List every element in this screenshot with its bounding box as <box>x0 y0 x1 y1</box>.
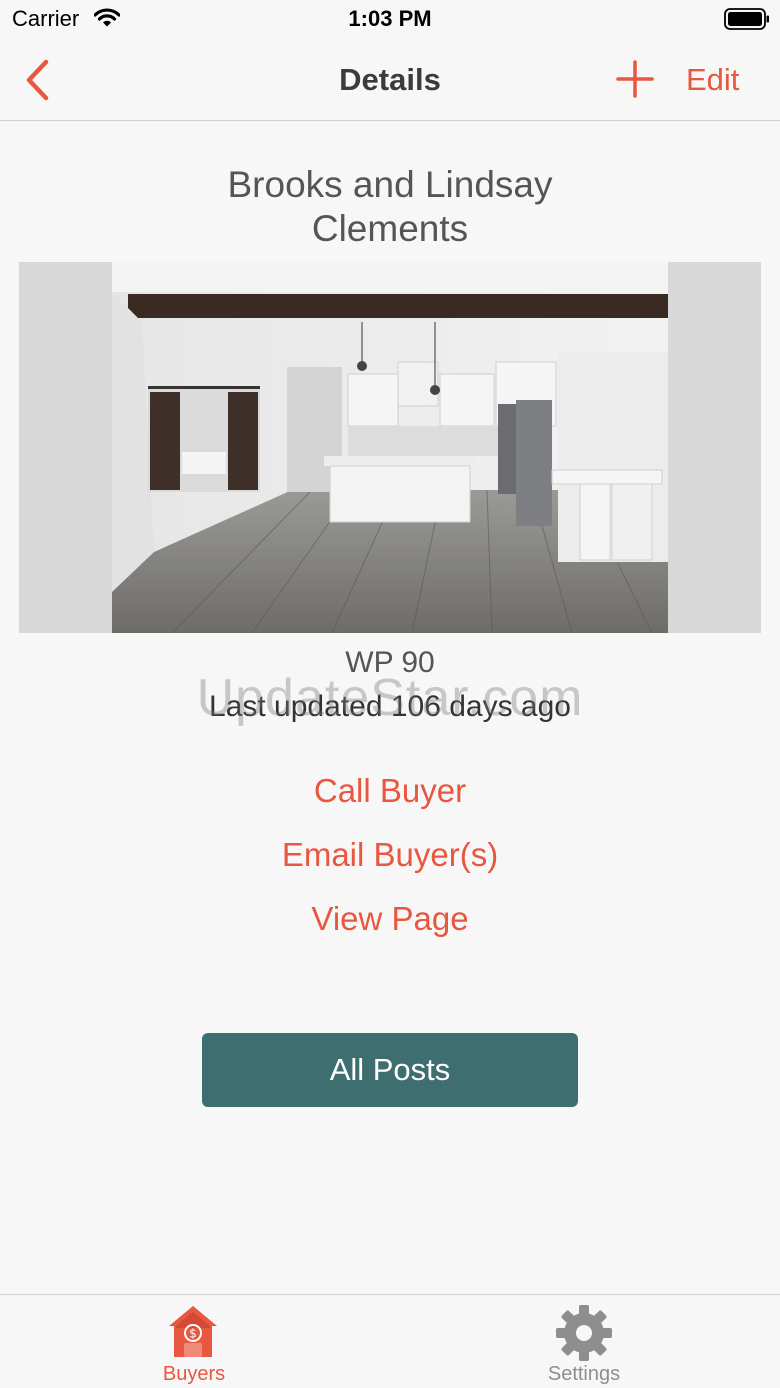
email-buyer-link[interactable]: Email Buyer(s) <box>0 836 780 874</box>
buyer-name-line1: Brooks and Lindsay <box>227 164 553 205</box>
kitchen-photo <box>112 262 668 633</box>
tab-buyers-label: Buyers <box>162 1363 226 1385</box>
svg-text:$: $ <box>189 1327 197 1341</box>
photo-frame <box>19 262 761 633</box>
clock: 1:03 PM <box>348 6 432 31</box>
navigation-bar: Details Edit <box>0 40 780 121</box>
post-photo[interactable] <box>112 262 668 633</box>
status-bar: Carrier 1:03 PM <box>0 0 780 40</box>
gear-icon <box>556 1305 612 1361</box>
tab-settings-label: Settings <box>547 1363 621 1385</box>
edit-button[interactable]: Edit <box>686 62 739 98</box>
call-buyer-link[interactable]: Call Buyer <box>0 772 780 810</box>
watermark: UpdateStar.com <box>196 669 584 727</box>
tab-bar: $ Buyers Settings <box>0 1294 780 1388</box>
view-page-link[interactable]: View Page <box>0 900 780 938</box>
page-title: Details <box>339 62 441 97</box>
plus-icon <box>616 60 654 98</box>
buyer-name-line2: Clements <box>311 208 469 249</box>
add-button[interactable] <box>614 58 656 100</box>
house-dollar-icon: $ <box>169 1306 217 1357</box>
tab-buyers[interactable]: $ Buyers <box>94 1295 294 1388</box>
all-posts-button[interactable]: All Posts <box>202 1033 578 1107</box>
tab-settings[interactable]: Settings <box>484 1295 684 1388</box>
battery-icon <box>724 8 769 30</box>
buyer-name: Brooks and Lindsay Clements <box>150 163 630 251</box>
